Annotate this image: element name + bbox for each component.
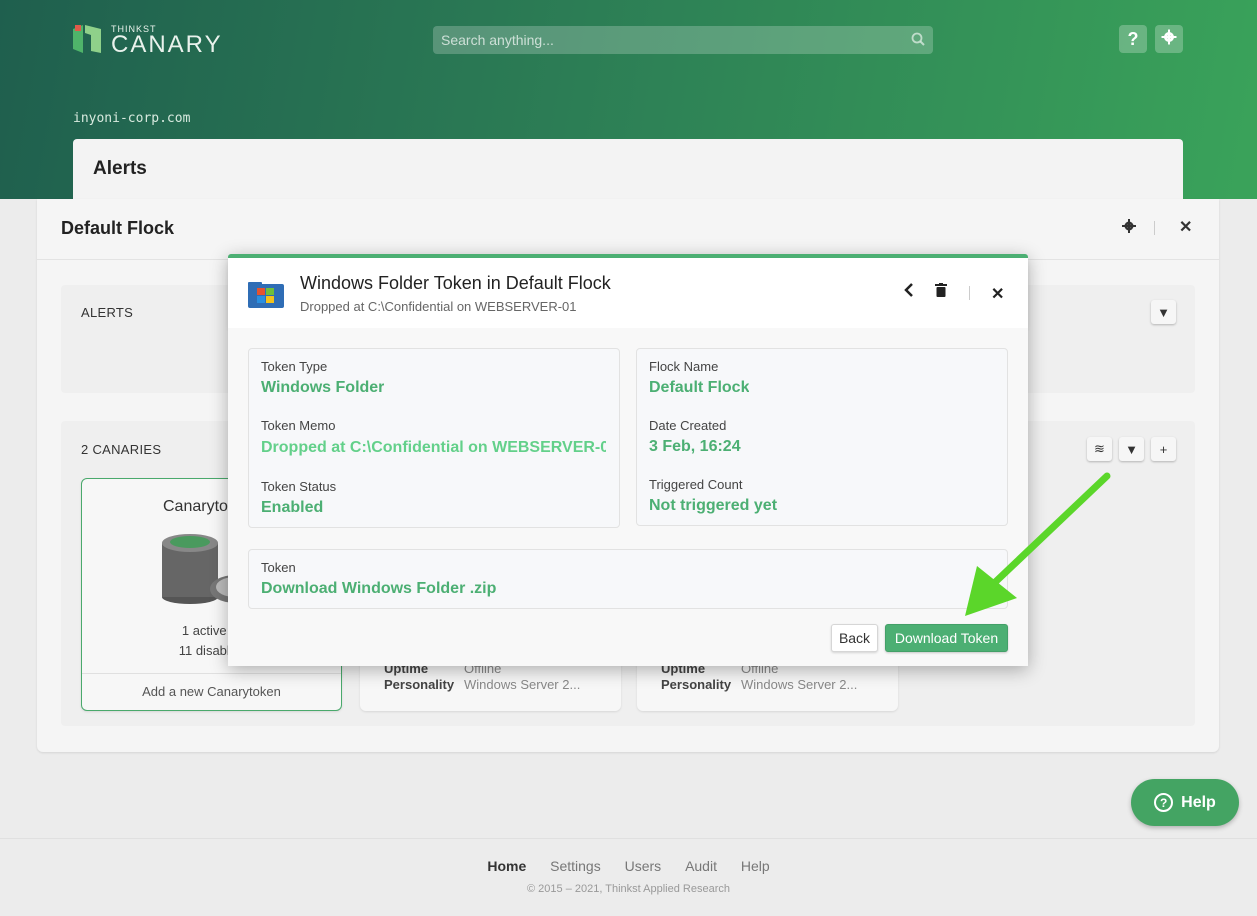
modal-subtitle: Dropped at C:\Confidential on WEBSERVER-… [300,299,577,314]
help-floating-button[interactable]: ? Help [1131,779,1239,826]
divider [969,286,970,300]
question-icon: ? [1127,28,1139,49]
footer-link-settings[interactable]: Settings [550,858,601,874]
footer-nav: Home Settings Users Audit Help [0,858,1257,874]
layers-icon: ≋ [1094,441,1105,456]
flock-info-box: Flock Name Default Flock Date Created 3 … [636,348,1008,526]
footer-link-help[interactable]: Help [741,858,770,874]
download-zip-link[interactable]: Download Windows Folder .zip [261,580,496,598]
modal-body: Token Type Windows Folder Token Memo Dro… [228,328,1028,666]
filter-icon: ▼ [1157,304,1170,320]
back-button[interactable]: Back [831,624,878,652]
canaries-section-label: 2 CANARIES [81,442,162,457]
help-label: Help [1181,793,1216,811]
copyright: © 2015 – 2021, Thinkst Applied Research [527,883,730,895]
personality-label: Personality [661,677,732,692]
token-info-box: Token Type Windows Folder Token Memo Dro… [248,348,620,528]
trash-icon[interactable] [935,283,947,302]
layers-button[interactable]: ≋ [1087,437,1112,461]
personality-label: Personality [384,677,455,692]
token-status-label: Token Status [261,479,337,494]
date-created-label: Date Created [649,418,727,433]
flock-name-value: Default Flock [649,379,750,396]
divider [1154,221,1155,235]
help-circle-icon: ? [1154,793,1174,812]
token-status-value: Enabled [261,499,324,516]
search-input[interactable]: Search anything... [433,26,933,54]
alerts-header-card: Alerts [73,139,1183,199]
flock-name-label: Flock Name [649,359,719,374]
help-question-button[interactable]: ? [1119,25,1147,53]
modal-title: Windows Folder Token in Default Flock [300,273,611,293]
token-details-modal: Windows Folder Token in Default Flock Dr… [228,254,1028,666]
personality-value: Windows Server 2... [464,677,581,692]
flock-title: Default Flock [61,218,175,238]
add-canarytoken-button[interactable]: Add a new Canarytoken [82,673,341,710]
triggered-count-label: Triggered Count [649,477,743,492]
search-placeholder: Search anything... [441,32,554,48]
token-type-label: Token Type [261,359,328,374]
token-memo-label: Token Memo [261,418,336,433]
close-icon[interactable]: ✕ [991,284,1004,304]
logo-brand-big: CANARY [111,31,223,58]
alerts-filter-button[interactable]: ▼ [1151,300,1176,324]
gear-icon [1161,29,1177,50]
token-type-value: Windows Folder [261,379,385,396]
token-label: Token [261,560,296,575]
flock-settings-gear-icon[interactable] [1122,219,1136,238]
add-canary-button[interactable]: + [1151,437,1176,461]
plus-icon: + [1159,441,1168,457]
alerts-section-label: ALERTS [81,305,134,320]
flock-close-icon[interactable]: ✕ [1179,217,1192,237]
back-chevron-icon[interactable] [904,283,914,302]
footer-link-audit[interactable]: Audit [685,858,717,874]
footer-link-users[interactable]: Users [625,858,662,874]
canary-logo[interactable]: THINKST CANARY [73,25,223,58]
token-download-box: Token Download Windows Folder .zip [248,549,1008,609]
annotation-arrow [955,470,1115,625]
triggered-count-value: Not triggered yet [649,497,778,514]
canary-logo-icon [73,25,101,53]
filter-icon: ▼ [1125,441,1138,457]
personality-value: Windows Server 2... [741,677,858,692]
domain-name: inyoni-corp.com [73,111,191,126]
modal-header: Windows Folder Token in Default Flock Dr… [228,258,1028,328]
top-header: THINKST CANARY Search anything... ? inyo… [0,0,1257,199]
footer-link-home[interactable]: Home [487,858,526,874]
page-footer: Home Settings Users Audit Help © 2015 – … [0,838,1257,916]
windows-folder-icon [248,280,284,313]
search-icon [911,32,925,49]
canaries-filter-button[interactable]: ▼ [1119,437,1144,461]
date-created-value: 3 Feb, 16:24 [649,438,741,455]
page-title: Alerts [93,158,147,179]
token-memo-value[interactable]: Dropped at C:\Confidential on WEBSERVER-… [261,439,606,457]
canarytoken-card-title: Canaryto [163,498,228,515]
settings-button[interactable] [1155,25,1183,53]
download-token-button[interactable]: Download Token [885,624,1008,652]
